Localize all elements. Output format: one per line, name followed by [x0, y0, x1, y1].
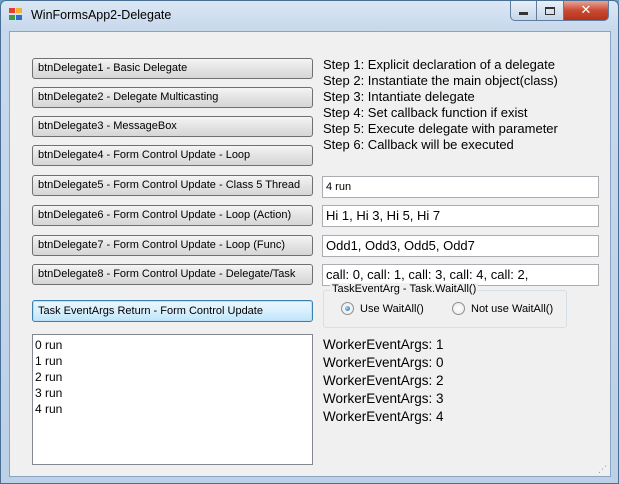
- list-item[interactable]: 0 run: [35, 337, 312, 353]
- maximize-icon: [545, 6, 555, 15]
- list-item[interactable]: 3 run: [35, 385, 312, 401]
- event-line: WorkerEventArgs: 3: [323, 391, 444, 406]
- app-icon-q1: [9, 8, 15, 13]
- close-icon: ✕: [580, 3, 592, 18]
- steps-label: Step 1: Explicit declaration of a delega…: [323, 57, 558, 153]
- run-listbox[interactable]: 0 run 1 run 2 run 3 run 4 run: [32, 334, 313, 465]
- title-bar[interactable]: WinFormsApp2-Delegate ✕: [1, 1, 618, 29]
- window-title: WinFormsApp2-Delegate: [31, 8, 172, 22]
- btn-delegate1[interactable]: btnDelegate1 - Basic Delegate: [32, 58, 313, 79]
- event-line: WorkerEventArgs: 0: [323, 355, 444, 370]
- list-item[interactable]: 4 run: [35, 401, 312, 417]
- resize-grip-icon[interactable]: ⋰: [598, 464, 608, 474]
- step-line: Step 3: Intantiate delegate: [323, 89, 475, 104]
- step-line: Step 6: Callback will be executed: [323, 137, 514, 152]
- form-client-area: btnDelegate1 - Basic Delegate btnDelegat…: [9, 31, 611, 477]
- minimize-icon: [519, 12, 528, 15]
- maximize-button[interactable]: [537, 1, 564, 21]
- radio-not-use-waitall[interactable]: Not use WaitAll(): [452, 302, 553, 315]
- step-line: Step 2: Instantiate the main object(clas…: [323, 73, 558, 88]
- app-icon-q3: [9, 15, 15, 20]
- event-line: WorkerEventArgs: 1: [323, 337, 444, 352]
- btn-delegate5[interactable]: btnDelegate5 - Form Control Update - Cla…: [32, 175, 313, 196]
- event-line: WorkerEventArgs: 4: [323, 409, 444, 424]
- task-eventargs-button[interactable]: Task EventArgs Return - Form Control Upd…: [32, 300, 313, 322]
- list-item[interactable]: 2 run: [35, 369, 312, 385]
- btn-delegate8[interactable]: btnDelegate8 - Form Control Update - Del…: [32, 264, 313, 285]
- btn-delegate6[interactable]: btnDelegate6 - Form Control Update - Loo…: [32, 205, 313, 226]
- app-icon-q2: [16, 8, 22, 13]
- btn-delegate3[interactable]: btnDelegate3 - MessageBox: [32, 116, 313, 137]
- taskeventarg-groupbox: TaskEventArg - Task.WaitAll() Use WaitAl…: [323, 283, 567, 328]
- app-icon[interactable]: [9, 8, 23, 21]
- radio-checked-icon: [341, 302, 354, 315]
- step-line: Step 1: Explicit declaration of a delega…: [323, 57, 555, 72]
- app-window: WinFormsApp2-Delegate ✕ btnDelegate1 - B…: [0, 0, 619, 484]
- radio-unchecked-icon: [452, 302, 465, 315]
- radio-use-waitall[interactable]: Use WaitAll(): [341, 302, 424, 315]
- textbox-delegate7[interactable]: Odd1, Odd3, Odd5, Odd7: [322, 235, 599, 257]
- radio-label: Use WaitAll(): [360, 302, 424, 315]
- app-icon-q4: [16, 15, 22, 20]
- list-item[interactable]: 1 run: [35, 353, 312, 369]
- minimize-button[interactable]: [510, 1, 537, 21]
- btn-delegate7[interactable]: btnDelegate7 - Form Control Update - Loo…: [32, 235, 313, 256]
- groupbox-title: TaskEventArg - Task.WaitAll(): [330, 283, 479, 295]
- btn-delegate2[interactable]: btnDelegate2 - Delegate Multicasting: [32, 87, 313, 108]
- btn-delegate4[interactable]: btnDelegate4 - Form Control Update - Loo…: [32, 145, 313, 166]
- textbox-delegate6[interactable]: Hi 1, Hi 3, Hi 5, Hi 7: [322, 205, 599, 227]
- close-button[interactable]: ✕: [564, 1, 609, 21]
- worker-events-label: WorkerEventArgs: 1 WorkerEventArgs: 0 Wo…: [323, 336, 444, 426]
- radio-label: Not use WaitAll(): [471, 302, 554, 315]
- step-line: Step 5: Execute delegate with parameter: [323, 121, 558, 136]
- event-line: WorkerEventArgs: 2: [323, 373, 444, 388]
- textbox-delegate5[interactable]: 4 run: [322, 176, 599, 198]
- step-line: Step 4: Set callback function if exist: [323, 105, 528, 120]
